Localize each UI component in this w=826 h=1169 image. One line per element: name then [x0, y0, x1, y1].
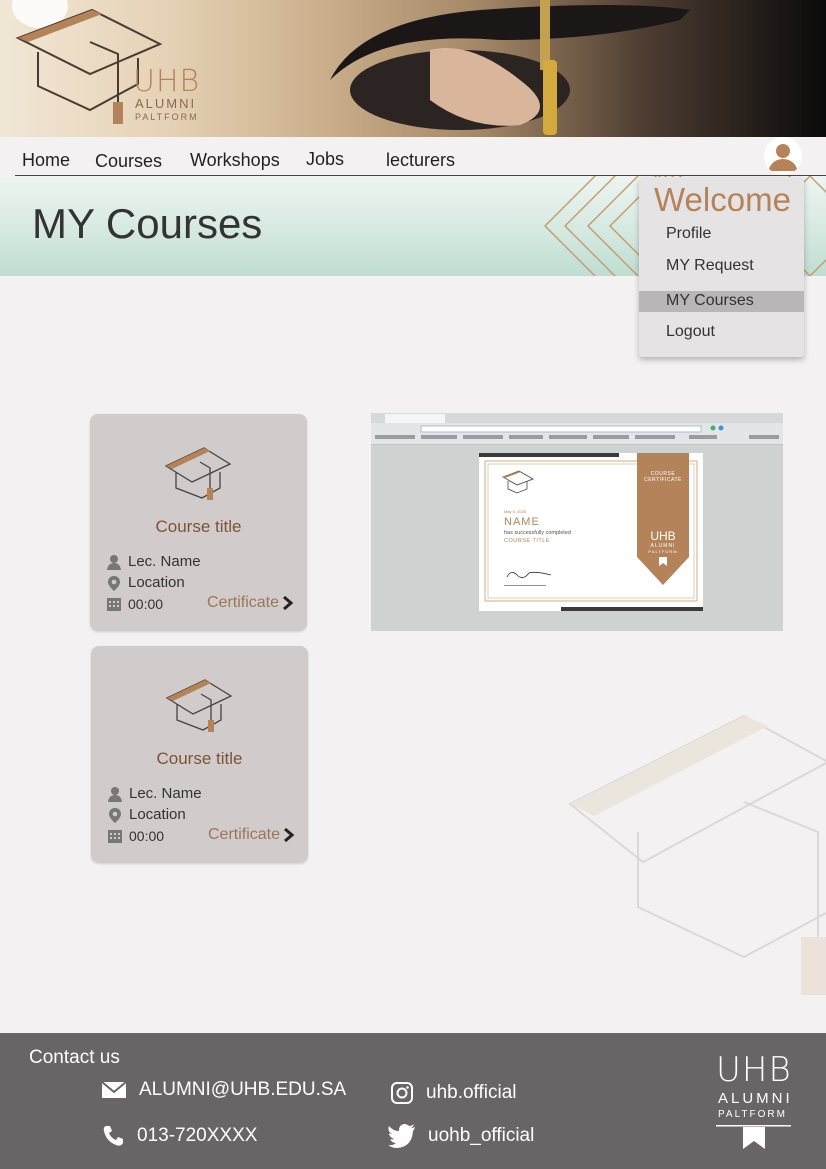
course-title: Course title — [156, 749, 243, 768]
header-banner: UHB ALUMNI PALTFORM — [0, 0, 826, 137]
menu-item-logout[interactable]: Logout — [666, 323, 715, 341]
footer-logo-text: UHB — [716, 1050, 792, 1090]
logo-text: UHB — [133, 64, 201, 99]
menu-item-my-courses[interactable]: MY Courses — [666, 292, 754, 310]
location-pin-icon — [108, 575, 120, 591]
browser-chrome-icon — [371, 413, 783, 439]
badge-brand: UHB — [650, 529, 676, 543]
email-text: ALUMNI@UHB.EDU.SA — [139, 1079, 347, 1100]
menu-item-my-request[interactable]: MY Request — [666, 257, 754, 275]
footer-email[interactable]: ALUMNI@UHB.EDU.SA — [101, 1079, 346, 1101]
menu-item-profile[interactable]: Profile — [666, 225, 711, 243]
location-pin-icon — [109, 807, 121, 823]
course-time: 00:00 — [129, 828, 165, 844]
person-icon — [108, 786, 122, 802]
footer-bookmark-icon — [716, 1125, 791, 1149]
certificate-preview[interactable]: COURSE CERTIFICATE UHB ALUMNI PALTFORM M… — [371, 413, 783, 631]
bookmark-icon — [659, 557, 667, 566]
lecturer-row: Lec. Name — [107, 785, 202, 802]
browser-toolbar — [371, 413, 783, 445]
footer-logo-platform: PALTFORM — [718, 1109, 787, 1120]
chevron-right-icon — [284, 828, 295, 842]
badge-brand-sub2: PALTFORM — [648, 549, 678, 554]
certificate-label: Certificate — [208, 826, 281, 843]
calendar-icon — [107, 598, 121, 611]
certificate-link[interactable]: Certificate — [207, 594, 294, 612]
instagram-handle: uhb.official — [426, 1082, 517, 1103]
calendar-icon — [108, 830, 122, 843]
graduation-cap-icon — [164, 447, 232, 500]
location-row: Location — [107, 806, 186, 823]
certificate-document — [479, 453, 703, 611]
nav-jobs[interactable]: Jobs — [306, 149, 344, 170]
person-icon — [107, 554, 121, 570]
nav-home[interactable]: Home — [22, 150, 70, 171]
time-row: 00:00 — [107, 828, 164, 844]
certificate-link[interactable]: Certificate — [208, 826, 295, 844]
chevron-right-icon — [283, 596, 294, 610]
phone-icon — [103, 1126, 123, 1146]
logo-platform-text: PALTFORM — [135, 112, 199, 122]
course-card[interactable]: Course title Lec. Name Location 00:00 Ce… — [90, 414, 307, 631]
menu-welcome: Welcome — [654, 181, 791, 218]
twitter-icon — [388, 1124, 415, 1148]
nav-workshops[interactable]: Workshops — [190, 150, 280, 171]
instagram-icon — [391, 1082, 413, 1104]
decorative-hat-icon — [568, 714, 826, 995]
user-avatar[interactable] — [764, 137, 802, 175]
lecturer-name: Lec. Name — [128, 553, 201, 570]
certificate-text: has successfully completed — [504, 530, 571, 536]
graduation-cap-icon — [165, 679, 233, 732]
contact-heading: Contact us — [29, 1047, 120, 1068]
certificate-name: NAME — [504, 516, 540, 528]
course-location: Location — [128, 574, 185, 591]
lecturer-row: Lec. Name — [106, 553, 201, 570]
mail-icon — [101, 1081, 127, 1098]
phone-text: 013-720XXXX — [137, 1125, 258, 1146]
location-row: Location — [106, 574, 185, 591]
footer-instagram[interactable]: uhb.official — [390, 1081, 517, 1105]
time-row: 00:00 — [106, 596, 163, 612]
footer-phone[interactable]: 013-720XXXX — [101, 1124, 257, 1148]
page-title: MY Courses — [32, 200, 263, 247]
user-icon — [768, 144, 798, 171]
course-location: Location — [129, 806, 186, 823]
course-card[interactable]: Course title Lec. Name Location 00:00 Ce… — [91, 646, 308, 863]
twitter-handle: uohb_official — [428, 1125, 535, 1146]
certificate-date: May 5, 2025 — [504, 509, 527, 514]
lecturer-name: Lec. Name — [129, 785, 202, 802]
certificate-course: COURSE TITLE — [504, 538, 550, 544]
footer-twitter[interactable]: uohb_official — [388, 1124, 534, 1148]
certificate-label: Certificate — [207, 594, 280, 611]
footer-logo-alumni: ALUMNI — [718, 1090, 793, 1107]
nav-courses[interactable]: Courses — [95, 151, 162, 172]
nav-lecturers[interactable]: lecturers — [386, 150, 455, 171]
logo-alumni-text: ALUMNI — [135, 96, 197, 111]
course-time: 00:00 — [128, 596, 164, 612]
badge-line2: CERTIFICATE — [644, 477, 682, 483]
course-title: Course title — [155, 517, 242, 536]
